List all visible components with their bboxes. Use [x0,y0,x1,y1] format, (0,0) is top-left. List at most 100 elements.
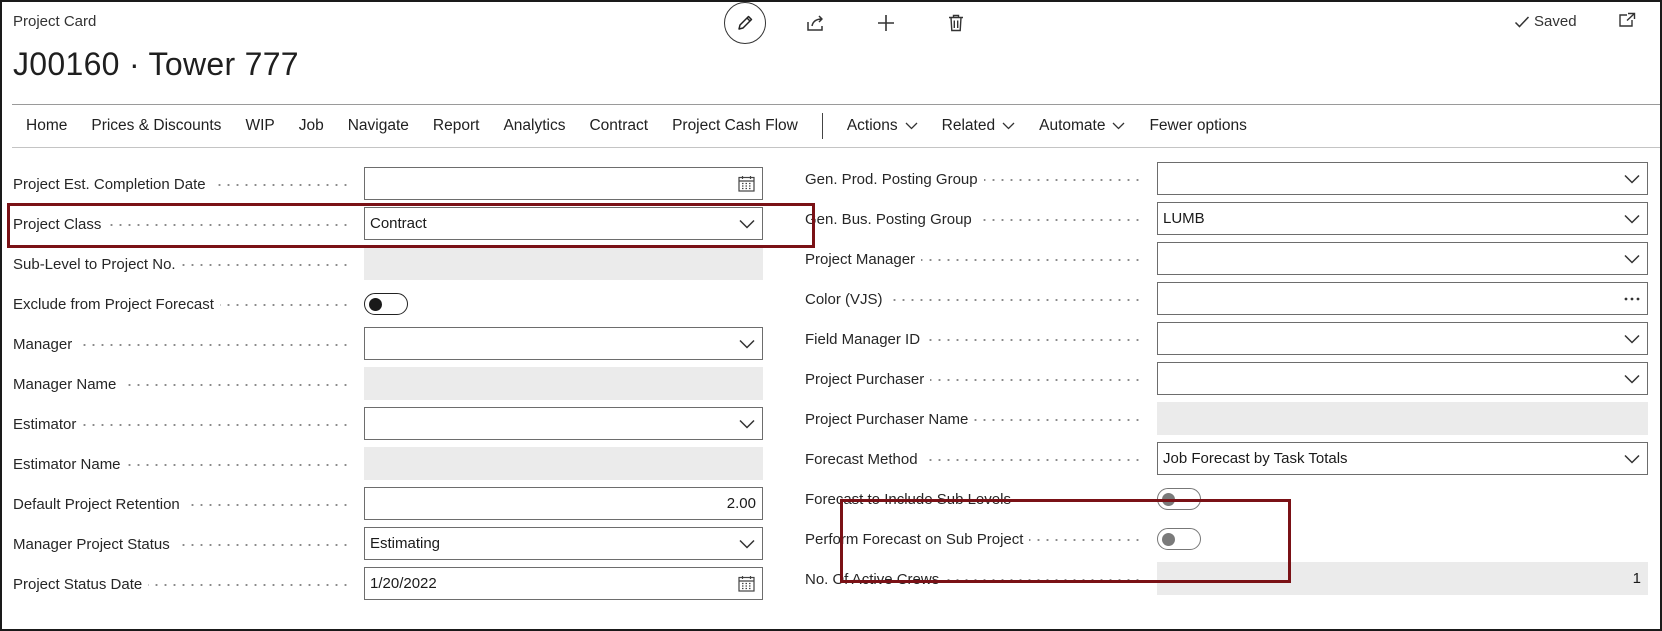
field-row-exclude-from-project-forecast: Exclude from Project Forecast [13,284,763,324]
no-of-active-crews-field: 1 [1157,562,1648,595]
color-vjs-field-icon[interactable] [1624,297,1640,301]
forecast-to-include-sub-levels-toggle[interactable] [1157,488,1201,510]
menu-contract[interactable]: Contract [589,117,648,135]
chevron-down-icon [905,122,918,130]
menu-prices-discounts[interactable]: Prices & Discounts [91,117,221,135]
field-row-gen-prod-posting-group: Gen. Prod. Posting Group [805,159,1648,199]
field-row-project-est-completion-date: Project Est. Completion Date [13,164,763,204]
default-project-retention-field[interactable]: 2.00 [364,487,763,520]
toggle-knob [1162,492,1175,506]
saved-status: Saved [1514,13,1577,30]
chevron-down-icon [1624,174,1640,184]
share-icon [807,15,823,31]
field-manager-id-field-icon[interactable] [1624,334,1640,344]
page-title: J00160 · Tower 777 [13,46,299,82]
calendar-icon [738,576,755,592]
popout-button[interactable] [1618,12,1636,33]
project-class-select[interactable]: Contract [364,207,763,240]
field-row-manager: Manager [13,324,763,364]
chevron-down-icon [1624,254,1640,264]
menu-navigate[interactable]: Navigate [348,117,409,135]
field-row-forecast-method: Forecast Method Job Forecast by Task Tota… [805,439,1648,479]
menu-analytics[interactable]: Analytics [503,117,565,135]
menu-separator [821,113,823,139]
chevron-down-icon [739,419,755,429]
sub-level-to-project-no-field [364,247,763,280]
color-vjs-label: Color (VJS) [805,279,889,319]
project-status-date-field[interactable]: 1/20/2022 [364,567,763,600]
gen-prod-posting-group-label: Gen. Prod. Posting Group [805,159,984,199]
menu-project-cash-flow[interactable]: Project Cash Flow [672,117,798,135]
gen-prod-posting-group-select[interactable] [1157,162,1648,195]
menu-report[interactable]: Report [433,117,480,135]
forecast-method-field-icon[interactable] [1624,454,1640,464]
gen-bus-posting-group-select[interactable]: LUMB [1157,202,1648,235]
perform-forecast-on-sub-project-label: Perform Forecast on Sub Project [805,519,1030,559]
delete-button[interactable] [934,3,978,43]
manager-name-label: Manager Name [13,364,123,404]
chevron-down-icon [1113,122,1125,130]
manager-project-status-field-icon[interactable] [739,539,755,549]
sub-level-to-project-no-label: Sub-Level to Project No. [13,244,182,284]
action-menu-bar: Home Prices & Discounts WIP Job Navigate… [12,104,1660,148]
menu-automate[interactable]: Automate [1039,117,1125,135]
manager-select[interactable] [364,327,763,360]
estimator-name-field [364,447,763,480]
field-row-estimator: Estimator [13,404,763,444]
gen-bus-posting-group-field-icon[interactable] [1624,214,1640,224]
menu-fewer-options[interactable]: Fewer options [1149,117,1246,135]
manager-project-status-select[interactable]: Estimating [364,527,763,560]
menu-job[interactable]: Job [299,117,324,135]
add-icon [878,15,894,31]
gen-prod-posting-group-field-icon[interactable] [1624,174,1640,184]
edit-button[interactable] [724,2,766,44]
project-manager-select[interactable] [1157,242,1648,275]
project-status-date-field-icon[interactable] [738,575,755,592]
top-action-bar [724,2,1004,44]
project-purchaser-field-icon[interactable] [1624,374,1640,384]
field-row-color-vjs: Color (VJS) [805,279,1648,319]
field-row-estimator-name: Estimator Name [13,444,763,484]
dot-leader [53,344,352,346]
color-vjs-field[interactable] [1157,282,1648,315]
project-status-date-value: 1/20/2022 [370,575,437,592]
project-purchaser-select[interactable] [1157,362,1648,395]
exclude-from-project-forecast-toggle[interactable] [364,293,408,315]
menu-actions[interactable]: Actions [847,117,918,135]
gen-bus-posting-group-value: LUMB [1163,210,1205,227]
menu-home[interactable]: Home [26,117,67,135]
estimator-select[interactable] [364,407,763,440]
manager-name-field [364,367,763,400]
calendar-icon [738,176,755,192]
project-manager-field-icon[interactable] [1624,254,1640,264]
project-est-completion-date-field-icon[interactable] [738,175,755,192]
field-row-project-purchaser: Project Purchaser [805,359,1648,399]
estimator-field-icon[interactable] [739,419,755,429]
menu-related[interactable]: Related [942,117,1015,135]
page-caption: Project Card [13,13,97,30]
no-of-active-crews-label: No. Of Active Crews [805,559,946,599]
edit-icon [738,15,753,30]
chevron-down-icon [1624,454,1640,464]
field-row-field-manager-id: Field Manager ID [805,319,1648,359]
default-project-retention-label: Default Project Retention [13,484,186,524]
exclude-from-project-forecast-label: Exclude from Project Forecast [13,284,220,324]
manager-field-icon[interactable] [739,339,755,349]
chevron-down-icon [1624,214,1640,224]
chevron-down-icon [1624,374,1640,384]
share-button[interactable] [794,3,838,43]
forecast-method-select[interactable]: Job Forecast by Task Totals [1157,442,1648,475]
field-manager-id-select[interactable] [1157,322,1648,355]
field-row-project-status-date: Project Status Date 1/20/2022 [13,564,763,604]
field-row-perform-forecast-on-sub-project: Perform Forecast on Sub Project [805,519,1648,559]
new-button[interactable] [864,3,908,43]
field-row-project-manager: Project Manager [805,239,1648,279]
perform-forecast-on-sub-project-toggle[interactable] [1157,528,1201,550]
toggle-knob [1162,532,1175,546]
menu-wip[interactable]: WIP [245,117,274,135]
project-est-completion-date-field[interactable] [364,167,763,200]
field-row-manager-name: Manager Name [13,364,763,404]
default-project-retention-value: 2.00 [726,495,756,512]
project-manager-label: Project Manager [805,239,922,279]
project-class-field-icon[interactable] [739,219,755,229]
